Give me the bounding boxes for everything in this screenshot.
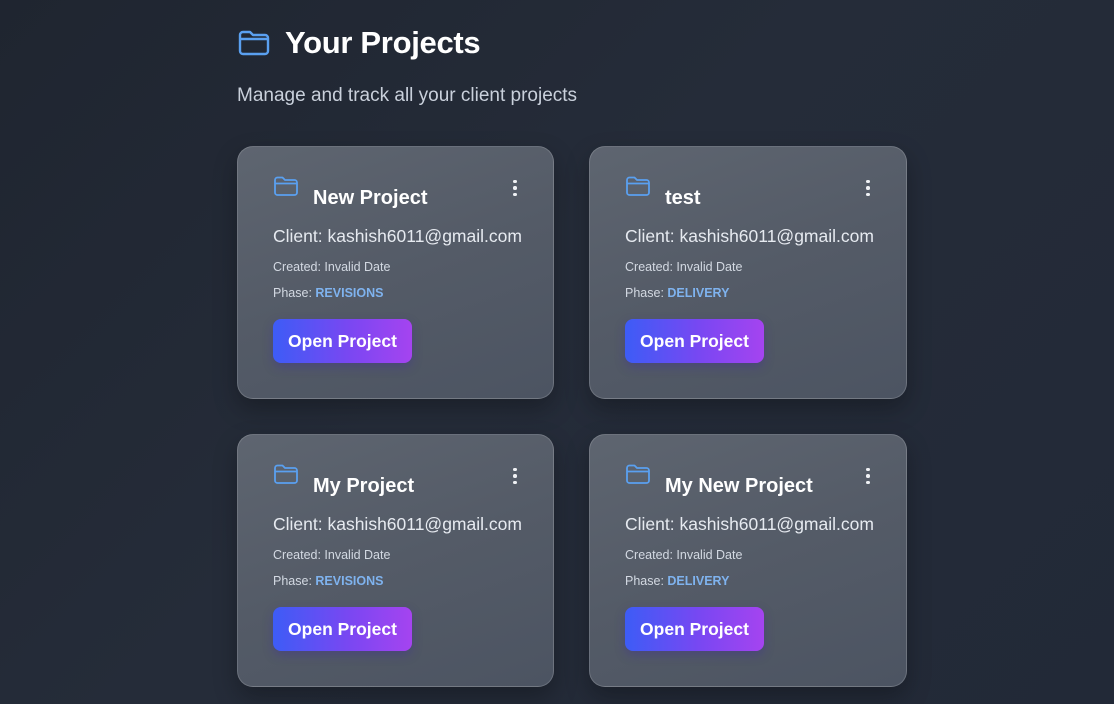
project-title: New Project — [313, 187, 428, 209]
project-created: Created: Invalid Date — [273, 548, 391, 562]
phase-label: Phase: — [625, 574, 668, 588]
phase-value: REVISIONS — [315, 286, 384, 300]
project-created: Created: Invalid Date — [625, 548, 743, 562]
project-card: My New Project Client: kashish6011@gmail… — [589, 434, 907, 687]
project-card: My Project Client: kashish6011@gmail.com… — [237, 434, 554, 687]
phase-label: Phase: — [273, 574, 316, 588]
page-subtitle: Manage and track all your client project… — [237, 85, 578, 106]
more-options-icon[interactable] — [507, 465, 523, 487]
more-options-icon[interactable] — [860, 177, 876, 199]
project-client: Client: kashish6011@gmail.com — [273, 514, 522, 534]
page-title: Your Projects — [285, 25, 481, 60]
phase-value: DELIVERY — [667, 286, 730, 300]
project-client: Client: kashish6011@gmail.com — [273, 226, 522, 246]
open-project-button[interactable]: Open Project — [273, 319, 412, 363]
project-card: test Client: kashish6011@gmail.com Creat… — [589, 146, 907, 399]
phase-label: Phase: — [625, 286, 668, 300]
phase-value: REVISIONS — [315, 574, 384, 588]
folder-icon — [237, 28, 271, 58]
more-options-icon[interactable] — [507, 177, 523, 199]
project-phase: Phase: DELIVERY — [625, 574, 729, 588]
folder-icon — [625, 463, 651, 485]
project-client: Client: kashish6011@gmail.com — [625, 514, 874, 534]
folder-icon — [273, 175, 299, 197]
project-created: Created: Invalid Date — [273, 260, 391, 274]
phase-value: DELIVERY — [667, 574, 730, 588]
project-title: My New Project — [665, 475, 813, 497]
folder-icon — [273, 463, 299, 485]
project-title: test — [665, 187, 701, 209]
project-phase: Phase: REVISIONS — [273, 286, 383, 300]
open-project-button[interactable]: Open Project — [273, 607, 412, 651]
project-card: New Project Client: kashish6011@gmail.co… — [237, 146, 554, 399]
open-project-button[interactable]: Open Project — [625, 319, 764, 363]
phase-label: Phase: — [273, 286, 316, 300]
project-created: Created: Invalid Date — [625, 260, 743, 274]
more-options-icon[interactable] — [860, 465, 876, 487]
project-client: Client: kashish6011@gmail.com — [625, 226, 874, 246]
project-phase: Phase: REVISIONS — [273, 574, 383, 588]
folder-icon — [625, 175, 651, 197]
project-title: My Project — [313, 475, 415, 497]
project-grid: New Project Client: kashish6011@gmail.co… — [237, 146, 907, 687]
open-project-button[interactable]: Open Project — [625, 607, 764, 651]
project-phase: Phase: DELIVERY — [625, 286, 729, 300]
page-header: Your Projects — [237, 25, 481, 61]
